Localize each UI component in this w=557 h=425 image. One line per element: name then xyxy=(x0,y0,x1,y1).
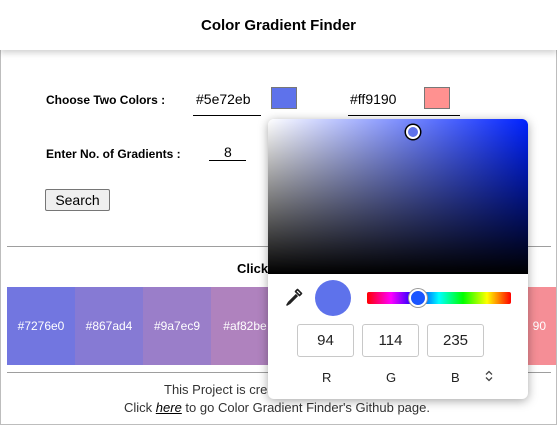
saturation-value-area[interactable] xyxy=(268,119,528,274)
color2-swatch[interactable] xyxy=(424,87,450,109)
color1-hex-input[interactable]: #5e72eb xyxy=(196,91,251,107)
gradients-label: Enter No. of Gradients : xyxy=(46,147,181,161)
green-label: G xyxy=(386,370,397,385)
red-label: R xyxy=(322,370,332,385)
color2-underline xyxy=(348,115,460,116)
footer-github-line: Click here to go Color Gradient Finder's… xyxy=(124,400,430,415)
color-picker-popup: 94 114 235 R G B xyxy=(268,119,528,399)
saturation-handle[interactable] xyxy=(406,125,420,139)
color-mode-toggle-icon[interactable] xyxy=(485,370,493,385)
eyedropper-icon[interactable] xyxy=(284,287,304,307)
green-value-input[interactable]: 114 xyxy=(362,324,419,357)
gradients-underline xyxy=(209,160,246,161)
red-value-input[interactable]: 94 xyxy=(297,324,354,357)
blue-label: B xyxy=(451,370,460,385)
color1-swatch[interactable] xyxy=(271,87,297,109)
gradient-cell-label: #867ad4 xyxy=(85,319,133,333)
footer-text: This Project is crea xyxy=(164,382,275,397)
blue-value-input[interactable]: 235 xyxy=(427,324,484,357)
gradient-cell-label: 90 xyxy=(532,319,546,333)
footer-prefix: Click xyxy=(124,400,156,415)
hue-slider[interactable] xyxy=(367,292,511,304)
gradient-cell[interactable]: #9a7ec9 xyxy=(143,287,211,365)
gradients-count-input[interactable]: 8 xyxy=(224,144,232,160)
github-link[interactable]: here xyxy=(156,400,182,415)
search-button[interactable]: Search xyxy=(45,189,110,211)
gradient-cell-label: #af82be xyxy=(223,319,267,333)
color1-underline xyxy=(193,115,261,116)
color2-hex-input[interactable]: #ff9190 xyxy=(350,91,396,107)
gradient-cell-label: #7276e0 xyxy=(17,319,65,333)
page-title: Color Gradient Finder xyxy=(200,16,356,34)
hue-slider-handle[interactable] xyxy=(409,289,427,307)
gradient-cell[interactable]: #867ad4 xyxy=(75,287,143,365)
color-preview xyxy=(315,280,351,316)
page-header: Color Gradient Finder xyxy=(0,0,557,50)
footer-suffix: to go Color Gradient Finder's Github pag… xyxy=(181,400,430,415)
results-title: Click xyxy=(237,261,269,276)
gradient-cell-label: #9a7ec9 xyxy=(153,319,201,333)
gradient-cell[interactable]: #7276e0 xyxy=(7,287,75,365)
choose-colors-label: Choose Two Colors : xyxy=(46,93,166,107)
